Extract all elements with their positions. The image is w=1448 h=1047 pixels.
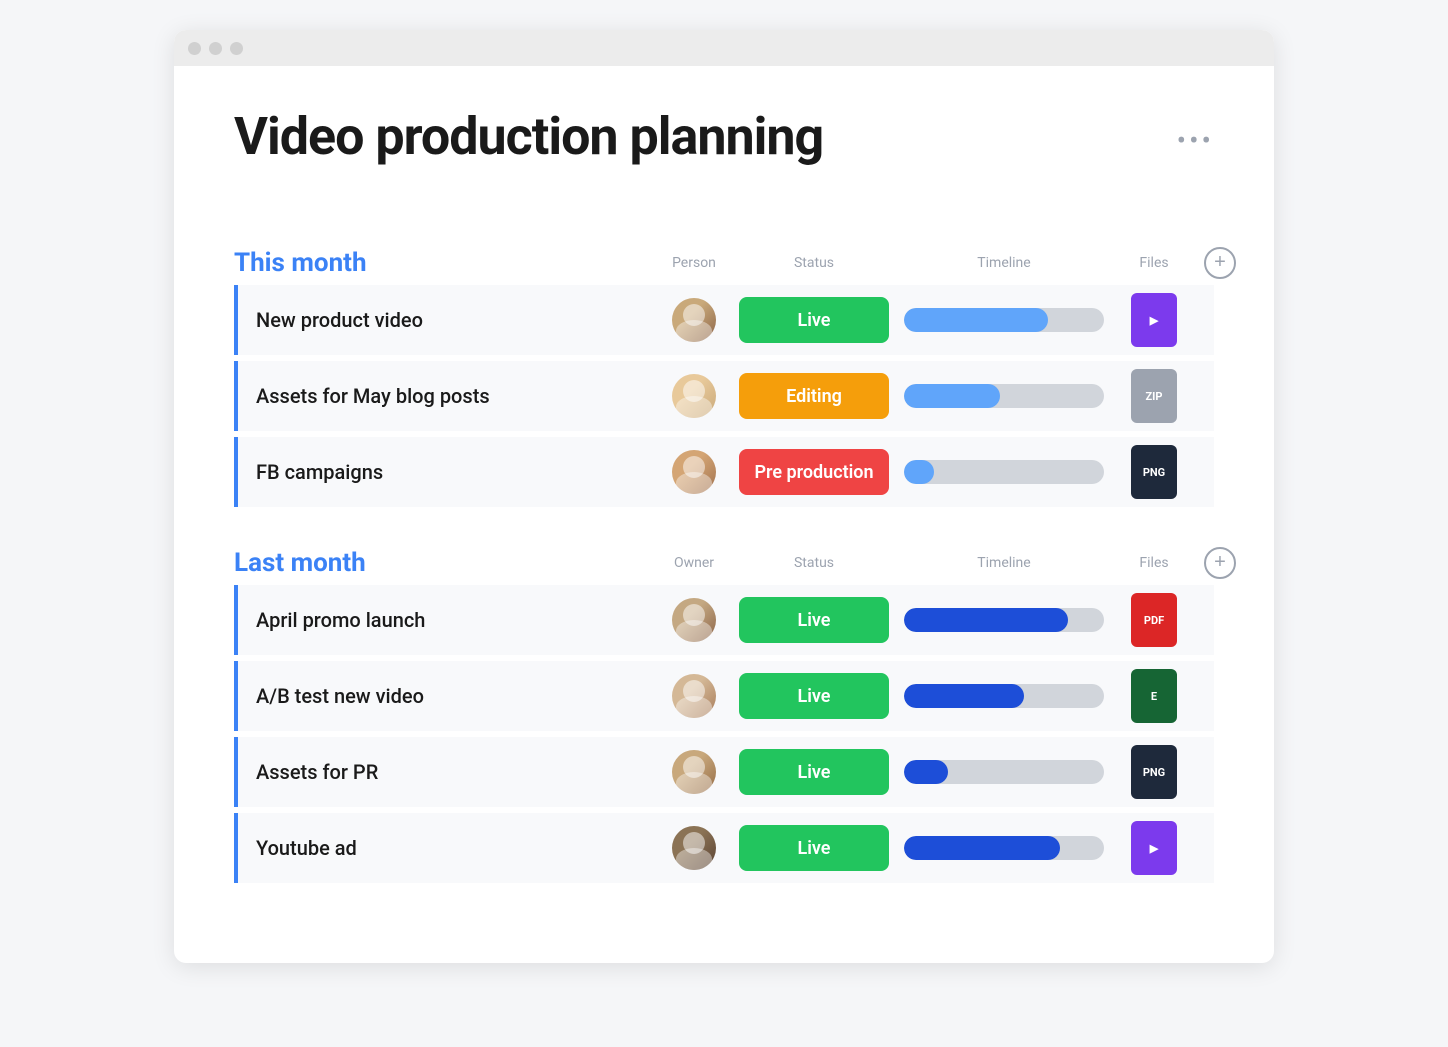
minimize-dot[interactable] xyxy=(209,42,222,55)
table-row[interactable]: Assets for PR Live PNG xyxy=(234,737,1214,807)
row-person-cell xyxy=(654,674,734,718)
file-icon[interactable]: ▶ xyxy=(1131,821,1177,875)
col-label-1-0: Owner xyxy=(654,555,734,571)
avatar xyxy=(672,750,716,794)
close-dot[interactable] xyxy=(188,42,201,55)
timeline-bar xyxy=(904,684,1104,708)
col-label-1-3: Files xyxy=(1114,555,1194,571)
timeline-bar xyxy=(904,836,1104,860)
row-person-cell xyxy=(654,598,734,642)
row-name: Youtube ad xyxy=(238,836,654,860)
table-row[interactable]: Youtube ad Live ▶ xyxy=(234,813,1214,883)
table-row[interactable]: FB campaigns Pre production PNG xyxy=(234,437,1214,507)
timeline-fill xyxy=(904,684,1024,708)
row-timeline-cell xyxy=(894,608,1114,632)
section-title-this-month: This month xyxy=(234,248,654,278)
row-name: A/B test new video xyxy=(238,684,654,708)
col-label-1-1: Status xyxy=(734,555,894,571)
timeline-bar xyxy=(904,608,1104,632)
row-person-cell xyxy=(654,450,734,494)
row-timeline-cell xyxy=(894,384,1114,408)
table-row[interactable]: New product video Live ▶ xyxy=(234,285,1214,355)
timeline-fill xyxy=(904,836,1060,860)
timeline-fill xyxy=(904,460,934,484)
status-badge: Live xyxy=(739,673,889,719)
content-area: This monthPersonStatusTimelineFiles+New … xyxy=(174,207,1274,883)
table-row[interactable]: A/B test new video Live E xyxy=(234,661,1214,731)
row-files-cell: PNG xyxy=(1114,745,1194,799)
row-timeline-cell xyxy=(894,460,1114,484)
row-timeline-cell xyxy=(894,308,1114,332)
row-name: New product video xyxy=(238,308,654,332)
row-files-cell: ▶ xyxy=(1114,821,1194,875)
row-status-cell: Editing xyxy=(734,373,894,419)
avatar xyxy=(672,298,716,342)
avatar xyxy=(672,450,716,494)
file-icon[interactable]: ZIP xyxy=(1131,369,1177,423)
avatar xyxy=(672,374,716,418)
row-status-cell: Live xyxy=(734,825,894,871)
avatar xyxy=(672,826,716,870)
row-status-cell: Live xyxy=(734,297,894,343)
col-label-0-1: Status xyxy=(734,255,894,271)
row-files-cell: ▶ xyxy=(1114,293,1194,347)
row-timeline-cell xyxy=(894,684,1114,708)
row-files-cell: PDF xyxy=(1114,593,1194,647)
timeline-bar xyxy=(904,308,1104,332)
col-label-0-0: Person xyxy=(654,255,734,271)
row-name: April promo launch xyxy=(238,608,654,632)
file-icon[interactable]: PNG xyxy=(1131,445,1177,499)
status-badge: Editing xyxy=(739,373,889,419)
row-files-cell: E xyxy=(1114,669,1194,723)
row-status-cell: Live xyxy=(734,749,894,795)
timeline-bar xyxy=(904,460,1104,484)
file-icon[interactable]: PNG xyxy=(1131,745,1177,799)
timeline-bar xyxy=(904,384,1104,408)
main-window: Video production planning ••• This month… xyxy=(174,30,1274,963)
titlebar xyxy=(174,30,1274,66)
row-files-cell: PNG xyxy=(1114,445,1194,499)
page-title: Video production planning xyxy=(234,106,823,167)
row-timeline-cell xyxy=(894,760,1114,784)
file-icon[interactable]: ▶ xyxy=(1131,293,1177,347)
timeline-fill xyxy=(904,384,1000,408)
col-label-0-3: Files xyxy=(1114,255,1194,271)
file-icon[interactable]: PDF xyxy=(1131,593,1177,647)
table-row[interactable]: April promo launch Live PDF xyxy=(234,585,1214,655)
col-label-1-2: Timeline xyxy=(894,555,1114,571)
timeline-bar xyxy=(904,760,1104,784)
row-status-cell: Live xyxy=(734,673,894,719)
dots-menu-button[interactable]: ••• xyxy=(1177,124,1214,157)
timeline-fill xyxy=(904,308,1048,332)
row-timeline-cell xyxy=(894,836,1114,860)
row-status-cell: Pre production xyxy=(734,449,894,495)
table-row[interactable]: Assets for May blog posts Editing ZIP xyxy=(234,361,1214,431)
add-row-button-last-month[interactable]: + xyxy=(1204,547,1236,579)
row-person-cell xyxy=(654,298,734,342)
row-person-cell xyxy=(654,750,734,794)
col-label-0-2: Timeline xyxy=(894,255,1114,271)
status-badge: Live xyxy=(739,749,889,795)
row-name: FB campaigns xyxy=(238,460,654,484)
file-icon[interactable]: E xyxy=(1131,669,1177,723)
row-person-cell xyxy=(654,374,734,418)
row-name: Assets for PR xyxy=(238,760,654,784)
avatar xyxy=(672,598,716,642)
status-badge: Live xyxy=(739,825,889,871)
section-this-month: This monthPersonStatusTimelineFiles+New … xyxy=(234,247,1214,507)
maximize-dot[interactable] xyxy=(230,42,243,55)
avatar xyxy=(672,674,716,718)
timeline-fill xyxy=(904,608,1068,632)
section-title-last-month: Last month xyxy=(234,548,654,578)
status-badge: Live xyxy=(739,297,889,343)
status-badge: Pre production xyxy=(739,449,889,495)
row-person-cell xyxy=(654,826,734,870)
add-row-button-this-month[interactable]: + xyxy=(1204,247,1236,279)
row-name: Assets for May blog posts xyxy=(238,384,654,408)
row-status-cell: Live xyxy=(734,597,894,643)
row-files-cell: ZIP xyxy=(1114,369,1194,423)
section-last-month: Last monthOwnerStatusTimelineFiles+April… xyxy=(234,547,1214,883)
status-badge: Live xyxy=(739,597,889,643)
timeline-fill xyxy=(904,760,948,784)
